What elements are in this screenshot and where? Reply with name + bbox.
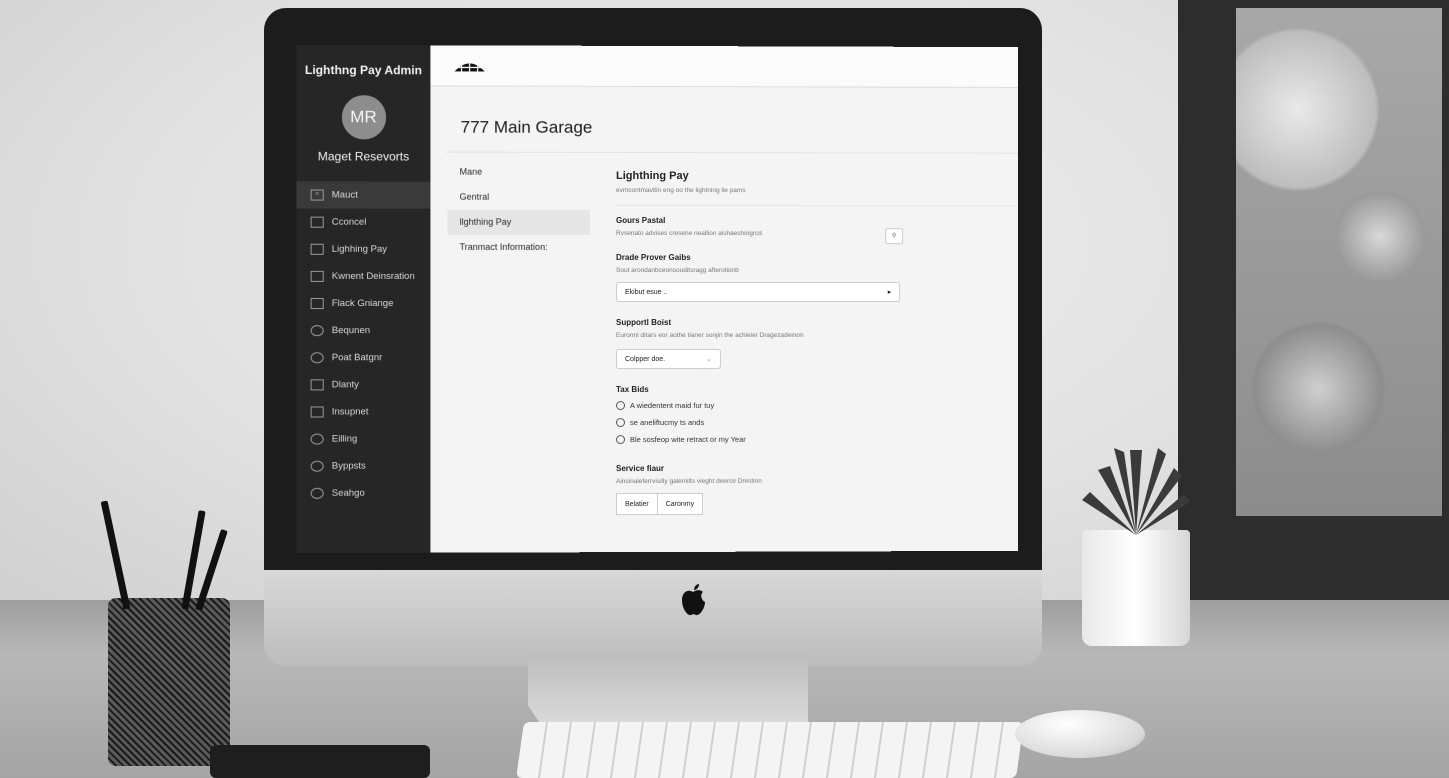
doc-icon — [310, 216, 324, 228]
divider — [615, 204, 1015, 207]
search-button[interactable]: ⚲ — [885, 228, 904, 245]
pen-cup — [108, 598, 230, 766]
radio-button[interactable] — [615, 401, 625, 411]
top-bar — [430, 45, 1019, 88]
sidebar-item-label: Flack Gniange — [331, 297, 394, 310]
subnav-item-gentral[interactable]: Gentral — [448, 185, 590, 210]
sidebar-item-flack-gniange[interactable]: Flack Gniange — [296, 290, 430, 317]
mouse — [1015, 710, 1145, 758]
gours-portal-group: Gours Pastal Rvsenato advises cresene ne… — [616, 216, 915, 237]
service-group: Service fiaur Ainsinaleferrvisilly galem… — [615, 463, 915, 516]
user-name: Maget Resevorts — [317, 149, 410, 164]
service-button-belatier[interactable]: Belatier — [615, 493, 658, 516]
sidebar-item-label: Poat Batgnr — [331, 352, 383, 364]
sidebar-title: Lighthng Pay Admin — [304, 62, 422, 78]
gear-icon — [310, 325, 324, 337]
window-view — [1236, 8, 1442, 516]
tax-option-label: A wiedentent maid fur tuy — [630, 400, 715, 411]
sidebar-item-label: Dlanty — [331, 379, 359, 391]
provider-select-value: Ekibut esue .. — [624, 288, 668, 296]
service-button-group: Belatier Caronmy — [615, 492, 915, 516]
list-icon: ≡ — [310, 189, 324, 201]
sidebar: Lighthng Pay Admin MR Maget Resevorts ≡ M… — [296, 44, 431, 554]
support-label: Supportl Boist — [615, 317, 672, 328]
settings-content: Lighthing Pay evmcontmavitin eng oo the … — [615, 169, 1015, 516]
service-button-caronmy[interactable]: Caronmy — [657, 492, 704, 516]
plant-pot — [1082, 530, 1190, 646]
provider-description: Sout arondanbceonsouditsragg afterotionb — [615, 266, 739, 275]
radio-button[interactable] — [615, 435, 625, 445]
sidebar-item-label: Kwnent Deinsration — [331, 270, 415, 282]
radio-button[interactable] — [615, 418, 625, 428]
section-heading: Lighthing Pay — [615, 169, 689, 183]
provider-group: Drade Prover Gaibs Sout arondanbceonsoud… — [615, 252, 915, 303]
search-icon: ⚲ — [892, 233, 897, 240]
keyboard — [516, 722, 1024, 778]
app-screen: Lighthng Pay Admin MR Maget Resevorts ≡ M… — [296, 44, 1019, 554]
sidebar-item-label: Eilling — [331, 433, 358, 445]
sidebar-item-dlanty[interactable]: Dlanty — [296, 371, 430, 398]
subnav-item-lightning-pay[interactable]: llghthing Pay — [447, 209, 590, 235]
section-description: evmcontmavitin eng oo the lightning lie … — [615, 186, 746, 195]
sidebar-item-seahgo[interactable]: Seahgo — [296, 480, 430, 507]
tax-option-1[interactable]: A wiedentent maid fur tuy — [615, 397, 915, 414]
notebook — [210, 745, 430, 778]
subnav-item-transaction-information[interactable]: Tranmact Information: — [448, 235, 590, 260]
support-group: Supportl Boist Eurorml ditars eor aothe … — [615, 317, 915, 370]
support-description: Eurorml ditars eor aothe tianer sonjin t… — [615, 331, 804, 340]
gours-portal-label: Gours Pastal — [615, 215, 666, 226]
grid-icon — [310, 270, 324, 282]
sidebar-item-kwnent-deinsration[interactable]: Kwnent Deinsration — [296, 263, 430, 290]
avatar[interactable]: MR — [341, 95, 386, 140]
tax-group: Tax Bids A wiedentent maid fur tuy se an… — [615, 385, 915, 449]
grid-icon — [310, 406, 324, 418]
sidebar-item-label: Mauct — [331, 189, 358, 201]
shield-icon — [310, 352, 324, 364]
apple-logo-icon — [682, 584, 705, 616]
provider-select[interactable]: Ekibut esue .. ▸ — [615, 281, 901, 303]
sidebar-item-bequnen[interactable]: Bequnen — [296, 317, 430, 344]
divider — [445, 151, 1019, 154]
service-label: Service fiaur — [615, 463, 665, 474]
succulent-plant — [1082, 448, 1190, 535]
support-select-value: Colpper doe. — [624, 355, 666, 363]
sidebar-item-cconcel[interactable]: Cconcel — [296, 209, 430, 236]
tax-label: Tax Bids — [615, 385, 649, 395]
sidebar-item-eilling[interactable]: Eilling — [296, 425, 430, 452]
support-select[interactable]: Colpper doe. ⌄ — [615, 348, 721, 370]
tax-option-label: se aneliftucmy ts ands — [630, 417, 705, 428]
sidebar-item-insupnet[interactable]: Insupnet — [296, 398, 430, 425]
service-description: Ainsinaleferrvisilly galemilts vieght de… — [615, 477, 762, 486]
gours-portal-description: Rvsenato advises cresene neallion aishae… — [615, 229, 762, 238]
circle-icon — [310, 433, 324, 445]
sidebar-item-label: Byppsts — [331, 460, 366, 472]
grid-icon — [310, 243, 324, 255]
page-title: 777 Main Garage — [460, 117, 593, 137]
monitor-chin — [264, 570, 1042, 666]
sidebar-item-label: Insupnet — [331, 406, 369, 418]
app-logo-icon[interactable] — [453, 59, 487, 73]
sidebar-item-byppsts[interactable]: Byppsts — [296, 452, 430, 479]
sidebar-item-label: Lighhing Pay — [331, 243, 388, 255]
subnav-item-mane[interactable]: Mane — [448, 160, 590, 185]
provider-label: Drade Prover Gaibs — [615, 252, 691, 263]
sidebar-item-label: Seahgo — [331, 487, 365, 499]
chevron-down-icon: ▸ — [887, 289, 892, 297]
tax-option-3[interactable]: Ble sosfeop wite retract or my Year — [615, 431, 915, 449]
sidebar-item-lighhing-pay[interactable]: Lighhing Pay — [296, 236, 430, 263]
sub-navigation: Mane Gentral llghthing Pay Tranmact Info… — [447, 160, 590, 260]
sidebar-item-mauct[interactable]: ≡ Mauct — [296, 181, 431, 209]
sidebar-nav: ≡ Mauct Cconcel Lighhing Pay Kwnent Deins… — [296, 181, 431, 507]
grid-icon — [310, 379, 324, 391]
circle-icon — [310, 460, 324, 472]
grid-icon — [310, 297, 324, 310]
sidebar-item-label: Cconcel — [331, 216, 367, 228]
sidebar-item-label: Bequnen — [331, 325, 371, 337]
tax-option-label: Ble sosfeop wite retract or my Year — [630, 434, 746, 445]
chevron-down-icon: ⌄ — [706, 355, 712, 363]
gear-icon — [310, 487, 324, 499]
tax-option-2[interactable]: se aneliftucmy ts ands — [615, 414, 915, 431]
sidebar-item-poat-batgnr[interactable]: Poat Batgnr — [296, 344, 430, 371]
